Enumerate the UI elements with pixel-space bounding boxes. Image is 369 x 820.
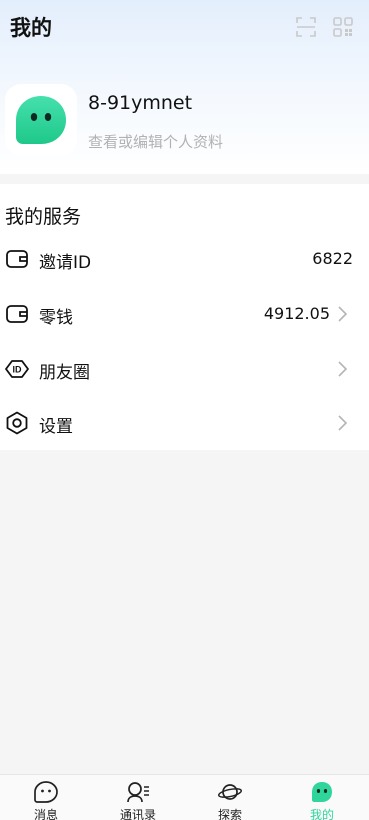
- tab-label: 我的: [309, 808, 334, 820]
- contacts-icon: [127, 782, 149, 803]
- service-label: 邀请ID: [39, 253, 92, 273]
- services-title: 我的服务: [5, 206, 82, 228]
- services-section: 我的服务 邀请ID 6822 零钱 4912.05 ID 朋友圈 设置: [0, 184, 369, 450]
- chevron-right-icon: [338, 306, 348, 322]
- chevron-right-icon: [338, 415, 348, 431]
- id-tag-icon: ID: [5, 360, 29, 378]
- profile-card[interactable]: 8-91ymnet 查看或编辑个人资料: [0, 84, 369, 160]
- ghost-avatar-icon: [16, 96, 66, 144]
- header-area: 我的 8-91ymnet 查看或编辑个人资料: [0, 0, 369, 174]
- profile-ghost-icon: [312, 782, 332, 802]
- chevron-right-icon: [338, 361, 348, 377]
- planet-icon: [218, 784, 242, 800]
- service-row-moments[interactable]: ID 朋友圈: [0, 344, 369, 394]
- balance-value: 4912.05: [263, 304, 330, 323]
- scan-icon[interactable]: [295, 16, 317, 38]
- avatar[interactable]: [5, 84, 77, 156]
- tab-contacts[interactable]: 通讯录: [92, 775, 184, 820]
- settings-hexagon-icon: [6, 411, 28, 435]
- service-label: 设置: [39, 417, 73, 437]
- service-label: 零钱: [39, 308, 73, 328]
- edit-profile-link[interactable]: 查看或编辑个人资料: [88, 131, 223, 152]
- bottom-tab-bar: 消息 通讯录 探索 我的: [0, 774, 369, 820]
- chat-icon: [34, 781, 58, 803]
- tab-label: 通讯录: [119, 808, 156, 820]
- qr-code-icon[interactable]: [332, 16, 354, 38]
- wallet-icon: [6, 305, 28, 323]
- svg-text:ID: ID: [13, 365, 23, 375]
- invite-id-value: 6822: [312, 249, 353, 268]
- service-row-invite-id[interactable]: 邀请ID 6822: [0, 234, 369, 284]
- tab-label: 消息: [33, 808, 58, 820]
- service-row-settings[interactable]: 设置: [0, 398, 369, 448]
- service-label: 朋友圈: [39, 363, 90, 383]
- tab-me[interactable]: 我的: [276, 775, 368, 820]
- wallet-icon: [6, 250, 28, 268]
- username: 8-91ymnet: [88, 92, 193, 114]
- service-row-balance[interactable]: 零钱 4912.05: [0, 289, 369, 339]
- tab-messages[interactable]: 消息: [0, 775, 92, 820]
- tab-explore[interactable]: 探索: [184, 775, 276, 820]
- tab-label: 探索: [217, 808, 242, 820]
- page-title: 我的: [10, 16, 52, 40]
